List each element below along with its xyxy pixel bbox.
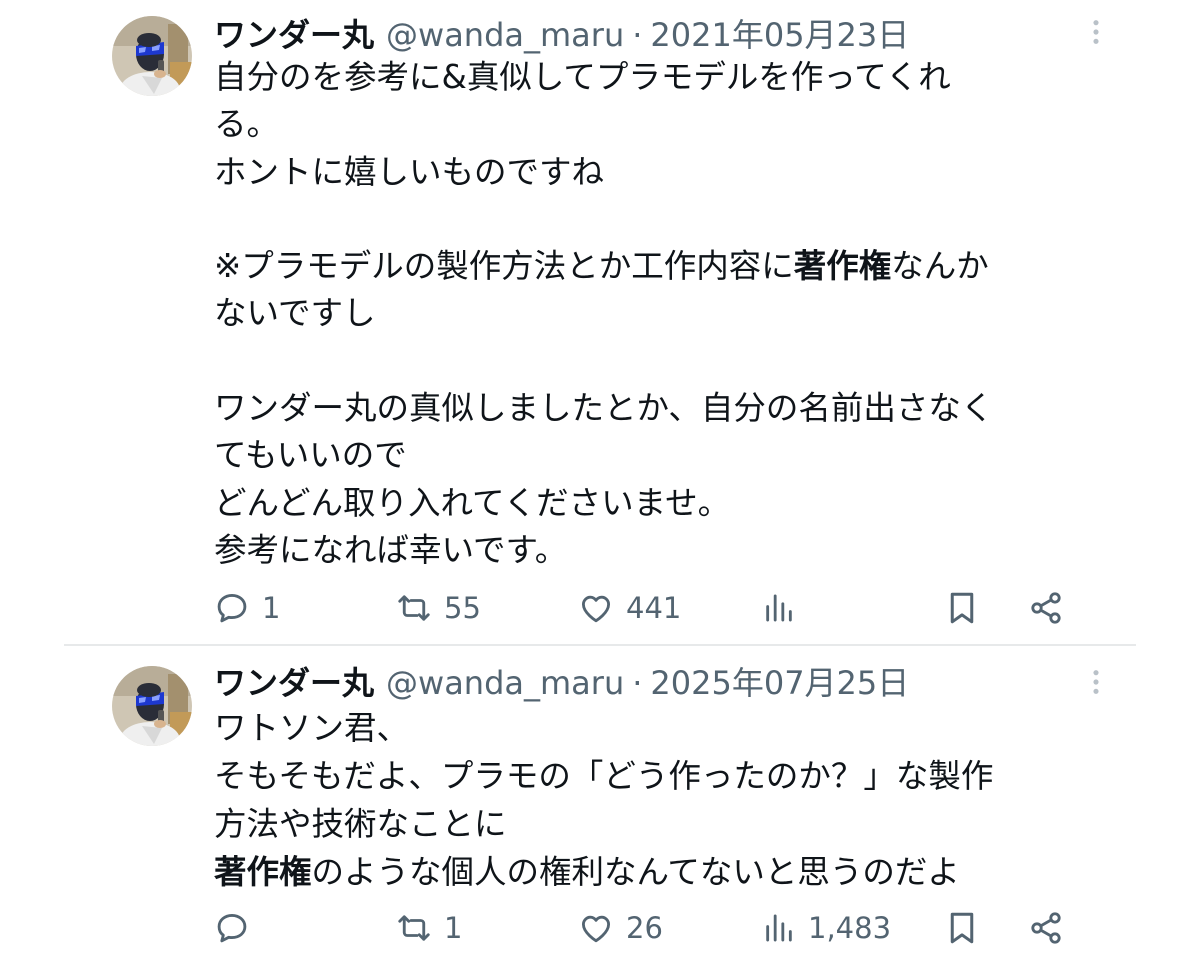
reply-icon [214,910,250,946]
bold-keyword: 著作権 [214,853,312,891]
reply-icon [214,590,250,626]
tweet-header: ワンダー丸 @wanda_maru · 2025年07月25日 [214,658,1080,704]
author-handle[interactable]: @wanda_maru [386,16,624,54]
avatar[interactable] [112,666,192,746]
tweet-text-line: のような個人の権利なんてないと思うのだよ [311,853,960,891]
tweet-text-line: どんどん取り入れてくださいませ。 [214,483,731,522]
tweet-date[interactable]: 2021年05月23日 [650,10,909,56]
like-button[interactable]: 26 [578,906,663,950]
bookmark-button[interactable] [944,586,980,630]
tweet-text-line: る。 [214,105,280,144]
views-count: 1,483 [808,911,892,945]
tweet-header: ワンダー丸 @wanda_maru · 2021年05月23日 [214,10,1080,56]
tweet-text-line: そもそもだよ、プラモの「どう作ったのか？」な製作 [214,757,994,795]
retweet-count: 1 [444,911,463,945]
more-vertical-icon[interactable] [1082,18,1110,46]
tweet-text: 自分のを参考に&真似してプラモデルを作ってくれ る。 ホントに嬉しいものですね … [214,54,1094,574]
separator-dot: · [632,664,643,702]
tweet-text-line: ないですし [214,294,376,333]
like-count: 26 [626,911,663,945]
retweet-icon [396,910,432,946]
tweet-text-line: 自分のを参考に&真似してプラモデルを作ってくれ [214,58,951,96]
tweet-text-line: 参考になれば幸いです。 [214,530,568,569]
tweet-text-line: ホントに嬉しいものですね [214,152,605,191]
heart-icon [578,910,614,946]
share-button[interactable] [1028,586,1064,630]
share-icon [1028,590,1064,626]
tweet-text-line: てもいいので [214,436,407,475]
tweet-text-line: なんか [891,247,989,286]
action-bar: 1 55 441 [214,586,1074,630]
bookmark-icon [944,590,980,626]
tweet-text-line: 方法や技術なことに [214,805,507,843]
reply-button[interactable]: 1 [214,586,280,630]
share-button[interactable] [1028,906,1064,950]
reply-count: 1 [262,591,281,625]
like-count: 441 [626,591,682,625]
tweet-text-line: ワトソン君、 [214,709,410,747]
action-bar: 1 26 1,483 [214,906,1074,950]
author-name[interactable]: ワンダー丸 [214,658,374,704]
retweet-icon [396,590,432,626]
more-vertical-icon[interactable] [1082,668,1110,696]
retweet-button[interactable]: 1 [396,906,462,950]
tweet[interactable]: ワンダー丸 @wanda_maru · 2025年07月25日 ワトソン君、 そ… [0,646,1200,958]
tweet-date[interactable]: 2025年07月25日 [650,658,909,704]
views-button[interactable] [762,586,808,630]
share-icon [1028,910,1064,946]
views-icon [762,911,796,945]
heart-icon [578,590,614,626]
views-icon [762,591,796,625]
bookmark-button[interactable] [944,906,980,950]
tweet[interactable]: ワンダー丸 @wanda_maru · 2021年05月23日 自分のを参考に&… [0,0,1200,644]
avatar[interactable] [112,16,192,96]
author-handle[interactable]: @wanda_maru [386,664,624,702]
bookmark-icon [944,910,980,946]
like-button[interactable]: 441 [578,586,681,630]
tweet-text-line: ※プラモデルの製作方法とか工作内容に [214,247,794,286]
tweet-text-line: ワンダー丸の真似しましたとか、自分の名前出さなく [214,389,994,428]
author-name[interactable]: ワンダー丸 [214,10,374,56]
separator-dot: · [632,16,643,54]
bold-keyword: 著作権 [793,247,892,286]
retweet-button[interactable]: 55 [396,586,481,630]
retweet-count: 55 [444,591,481,625]
reply-button[interactable] [214,906,262,950]
tweet-text: ワトソン君、 そもそもだよ、プラモの「どう作ったのか？」な製作 方法や技術なこと… [214,704,1094,896]
views-button[interactable]: 1,483 [762,906,891,950]
